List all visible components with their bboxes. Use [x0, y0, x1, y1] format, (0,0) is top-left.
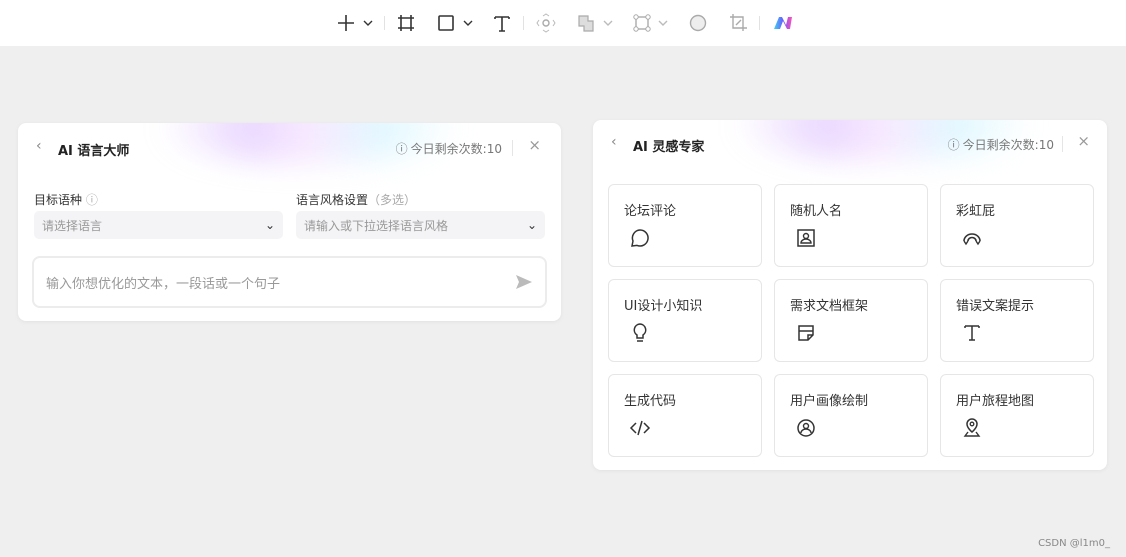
- close-button[interactable]: ×: [528, 136, 541, 154]
- text-input[interactable]: 输入你想优化的文本，一段话或一个句子: [32, 256, 547, 308]
- info-icon: ⓘ: [85, 193, 98, 207]
- tile-contact-card[interactable]: 随机人名: [774, 184, 928, 267]
- send-icon[interactable]: [515, 273, 533, 291]
- panel-title: AI 语言大师: [58, 144, 130, 159]
- chevron-down-icon: ⌄: [264, 218, 275, 232]
- info-icon: ⓘ: [395, 142, 408, 156]
- tile-label: 随机人名: [790, 204, 843, 219]
- frame-button[interactable]: [396, 12, 416, 34]
- add-icon: [338, 15, 373, 31]
- ellipse-button[interactable]: [688, 12, 708, 34]
- tile-rainbow[interactable]: 彩虹屁: [940, 184, 1094, 267]
- map-pin-icon: [963, 418, 981, 437]
- tile-map-pin[interactable]: 用户旅程地图: [940, 374, 1094, 457]
- back-button[interactable]: ‹: [36, 138, 42, 154]
- path-icon: [633, 14, 668, 32]
- ellipse-icon: [689, 14, 707, 32]
- back-button[interactable]: ‹: [611, 134, 617, 150]
- rectangle-button[interactable]: [437, 12, 475, 34]
- toolbar: [0, 0, 1126, 46]
- tile-text[interactable]: 错误文案提示: [940, 279, 1094, 362]
- user-circle-icon: [797, 419, 815, 437]
- target-language-label: 目标语种 ⓘ: [34, 193, 98, 207]
- text-icon: [494, 16, 510, 32]
- tile-label: 彩虹屁: [956, 204, 996, 219]
- contact-card-icon: [797, 229, 815, 247]
- text-icon: [964, 325, 980, 341]
- add-button[interactable]: [336, 12, 376, 34]
- tile-label: 错误文案提示: [956, 299, 1035, 314]
- language-style-select[interactable]: 请输入或下拉选择语言风格 ⌄: [296, 211, 545, 239]
- quota-text: ⓘ 今日剩余次数:10: [395, 142, 502, 156]
- style-label: 语言风格设置（多选）: [296, 193, 417, 207]
- tile-chat-bubble[interactable]: 论坛评论: [608, 184, 762, 267]
- ai-language-master-panel: ‹ AI 语言大师 ⓘ 今日剩余次数:10 × 目标语种 ⓘ 语言风格设置（多选）…: [18, 123, 561, 321]
- info-icon: ⓘ: [947, 138, 960, 152]
- tile-label: 用户旅程地图: [956, 394, 1035, 409]
- note-icon: [798, 325, 814, 341]
- target-language-select[interactable]: 请选择语言 ⌄: [34, 211, 283, 239]
- lightbulb-icon: [633, 323, 647, 342]
- tile-lightbulb[interactable]: UI设计小知识: [608, 279, 762, 362]
- tile-user-circle[interactable]: 用户画像绘制: [774, 374, 928, 457]
- rainbow-icon: [963, 233, 981, 246]
- close-button[interactable]: ×: [1077, 132, 1090, 150]
- rectangle-icon: [438, 15, 473, 31]
- tile-note[interactable]: 需求文档框架: [774, 279, 928, 362]
- crop-icon: [730, 14, 747, 31]
- path-button[interactable]: [632, 12, 670, 34]
- quota-text: ⓘ 今日剩余次数:10: [947, 138, 1054, 152]
- tile-label: 用户画像绘制: [790, 394, 869, 409]
- chevron-down-icon: ⌄: [526, 218, 537, 232]
- crop-button[interactable]: [728, 12, 748, 34]
- tile-label: 生成代码: [624, 394, 677, 409]
- ai-button[interactable]: [772, 12, 794, 34]
- code-icon: [629, 420, 651, 436]
- component-button[interactable]: [536, 12, 556, 34]
- tile-label: 论坛评论: [624, 204, 677, 219]
- tile-label: UI设计小知识: [624, 299, 703, 314]
- ai-inspiration-expert-panel: ‹ AI 灵感专家 ⓘ 今日剩余次数:10 × 论坛评论 随机人名 彩虹屁 UI设计小知…: [593, 120, 1107, 470]
- chat-bubble-icon: [631, 229, 649, 247]
- boolean-icon: [578, 15, 613, 32]
- boolean-button[interactable]: [577, 12, 615, 34]
- tile-label: 需求文档框架: [790, 299, 869, 314]
- text-button[interactable]: [492, 12, 512, 34]
- ai-logo-icon: [774, 17, 792, 29]
- component-icon: [536, 13, 556, 33]
- frame-icon: [398, 15, 414, 31]
- watermark: CSDN @l1m0_: [1038, 538, 1110, 549]
- tile-code[interactable]: 生成代码: [608, 374, 762, 457]
- panel-title: AI 灵感专家: [633, 140, 705, 155]
